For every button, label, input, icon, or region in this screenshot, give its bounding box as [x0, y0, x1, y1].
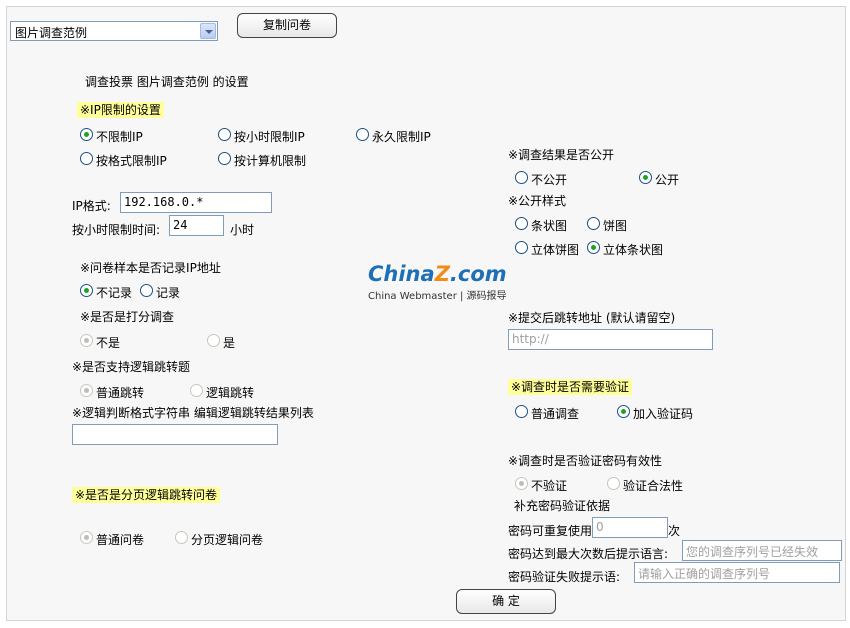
- redirect-label: ※提交后跳转地址 (默认请留空): [508, 311, 676, 325]
- max-attempts-label: 密码达到最大次数后提示语言:: [508, 547, 669, 561]
- fail-message-input[interactable]: 请输入正确的调查序列号: [634, 562, 840, 583]
- reuse-count-input[interactable]: 0: [592, 517, 668, 538]
- radio-label: 普通问卷: [96, 533, 145, 547]
- radio-label: 条状图: [531, 219, 568, 233]
- radio-private[interactable]: [515, 171, 528, 184]
- hours-unit: 小时: [230, 223, 255, 237]
- radio-label: 分页逻辑问卷: [191, 533, 264, 547]
- radio-label: 永久限制IP: [372, 130, 431, 144]
- radio-format-ip-limit[interactable]: [80, 152, 93, 165]
- ip-section-title: ※IP限制的设置: [77, 101, 164, 118]
- confirm-button[interactable]: 确 定: [456, 589, 556, 614]
- public-style-title: ※公开样式: [508, 194, 567, 208]
- radio-3d-bar-chart[interactable]: [587, 241, 600, 254]
- logic-format-label: ※逻辑判断格式字符串 编辑逻辑跳转结果列表: [72, 406, 314, 420]
- radio-scoring: [207, 334, 220, 347]
- radio-validate-legality: [607, 477, 620, 490]
- radio-label: 逻辑跳转: [206, 386, 255, 400]
- radio-paged-survey: [175, 531, 188, 544]
- copy-survey-button[interactable]: 复制问卷: [237, 13, 337, 38]
- radio-label: 记录: [156, 286, 181, 300]
- record-ip-title: ※问卷样本是否记录IP地址: [80, 261, 221, 275]
- radio-label: 立体条状图: [603, 243, 664, 257]
- radio-label: 是: [223, 336, 236, 350]
- chevron-down-icon[interactable]: [200, 23, 216, 39]
- radio-pie-chart[interactable]: [587, 217, 600, 230]
- radio-label: 饼图: [603, 219, 628, 233]
- radio-no-validate: [515, 477, 528, 490]
- radio-label: 不限制IP: [96, 130, 143, 144]
- radio-label: 立体饼图: [531, 243, 580, 257]
- radio-label: 按计算机限制: [234, 154, 307, 168]
- radio-label: 不验证: [531, 479, 568, 493]
- radio-public[interactable]: [639, 171, 652, 184]
- radio-bar-chart[interactable]: [515, 217, 528, 230]
- password-note: 补充密码验证依据: [514, 499, 611, 513]
- ip-format-input[interactable]: 192.168.0.*: [120, 192, 272, 213]
- max-attempts-message-input[interactable]: 您的调查序列号已经失效: [682, 540, 842, 561]
- hours-input[interactable]: 24: [169, 215, 224, 236]
- survey-select[interactable]: 图片调查范例: [10, 21, 218, 41]
- radio-normal-survey-verify[interactable]: [515, 405, 528, 418]
- radio-label: 按格式限制IP: [96, 154, 167, 168]
- scoring-title: ※是否是打分调查: [80, 310, 175, 324]
- logic-format-input[interactable]: [72, 424, 278, 445]
- logic-jump-title: ※是否支持逻辑跳转题: [72, 360, 191, 374]
- radio-hourly-ip-limit[interactable]: [218, 128, 231, 141]
- radio-label: 不是: [96, 336, 121, 350]
- radio-logic-jump: [190, 384, 203, 397]
- survey-select-value: 图片调查范例: [15, 26, 88, 40]
- radio-label: 按小时限制IP: [234, 130, 305, 144]
- hours-label: 按小时限制时间:: [72, 223, 161, 237]
- radio-label: 普通调查: [531, 407, 580, 421]
- ip-format-label: IP格式:: [72, 199, 111, 213]
- radio-not-scoring: [80, 334, 93, 347]
- radio-record[interactable]: [140, 284, 153, 297]
- radio-label: 不记录: [96, 286, 133, 300]
- radio-label: 普通跳转: [96, 386, 145, 400]
- fail-message-label: 密码验证失败提示语:: [508, 570, 621, 584]
- radio-normal-jump: [80, 384, 93, 397]
- settings-title: 调查投票 图片调查范例 的设置: [85, 75, 249, 89]
- radio-no-ip-limit[interactable]: [80, 128, 93, 141]
- radio-no-record[interactable]: [80, 284, 93, 297]
- radio-add-captcha[interactable]: [617, 405, 630, 418]
- password-check-title: ※调查时是否验证密码有效性: [508, 454, 663, 468]
- radio-label: 公开: [655, 173, 680, 187]
- reuse-unit: 次: [668, 524, 681, 538]
- public-result-title: ※调查结果是否公开: [508, 148, 615, 162]
- reuse-label: 密码可重复使用: [508, 524, 593, 538]
- radio-normal-survey: [80, 531, 93, 544]
- redirect-url-input[interactable]: http://: [508, 329, 713, 350]
- radio-label: 不公开: [531, 173, 568, 187]
- chinaz-logo: ChinaZ.com China Webmaster | 源码报导: [368, 262, 507, 302]
- verify-title: ※调查时是否需要验证: [508, 378, 633, 395]
- radio-permanent-ip-limit[interactable]: [356, 128, 369, 141]
- radio-label: 加入验证码: [633, 407, 694, 421]
- radio-label: 验证合法性: [623, 479, 684, 493]
- radio-3d-pie-chart[interactable]: [515, 241, 528, 254]
- radio-computer-limit[interactable]: [218, 152, 231, 165]
- paged-jump-title: ※是否是分页逻辑跳转问卷: [72, 486, 221, 503]
